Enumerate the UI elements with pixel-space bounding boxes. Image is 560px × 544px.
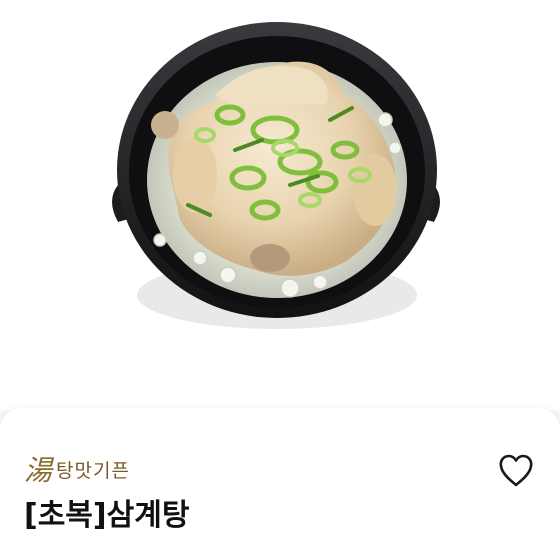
- wishlist-button[interactable]: [496, 452, 536, 490]
- brand-logo: 湯: [24, 454, 53, 487]
- product-info-card: 湯 탕맛기픈 [초복]삼계탕: [0, 408, 560, 544]
- product-title: [초복]삼계탕: [24, 498, 190, 533]
- product-detail-screen: 湯 탕맛기픈 [초복]삼계탕: [0, 0, 560, 544]
- brand-name: 탕맛기픈: [56, 460, 130, 482]
- product-image-area: [0, 0, 560, 410]
- heart-outline-icon: [499, 454, 533, 487]
- brand-link[interactable]: 湯 탕맛기픈: [24, 454, 130, 488]
- product-image: [112, 22, 440, 329]
